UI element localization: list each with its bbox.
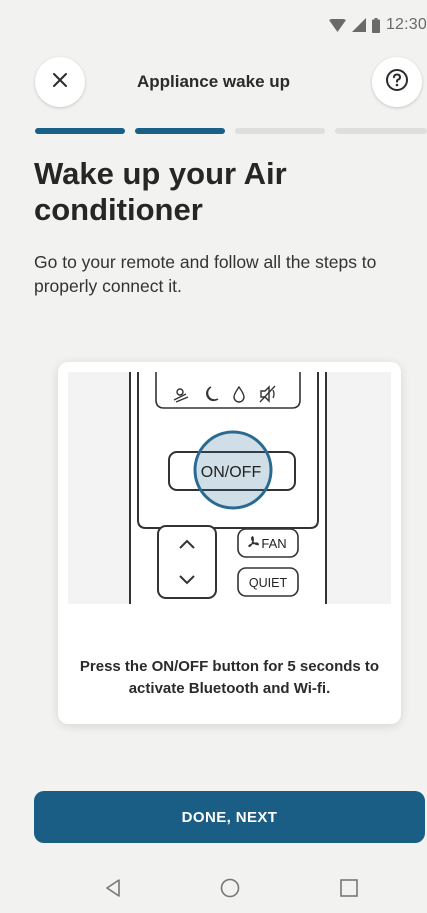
progress-step-4 xyxy=(335,128,427,134)
header: Appliance wake up xyxy=(0,57,427,107)
back-icon[interactable] xyxy=(102,877,124,899)
remote-illustration: ON/OFF FAN QUIET xyxy=(68,372,391,604)
status-time: 12:30 xyxy=(385,16,427,33)
step-description: Go to your remote and follow all the ste… xyxy=(34,252,377,296)
progress-step-2 xyxy=(135,128,225,134)
cellular-signal-icon xyxy=(351,18,366,32)
help-icon xyxy=(385,68,409,97)
home-icon[interactable] xyxy=(219,877,241,899)
progress-step-1 xyxy=(35,128,125,134)
help-button[interactable] xyxy=(372,57,422,107)
wifi-icon xyxy=(328,18,346,32)
system-navigation-bar xyxy=(0,862,427,913)
step-heading: Wake up your Air conditioner xyxy=(34,156,287,227)
done-next-button[interactable]: DONE, NEXT xyxy=(34,791,425,843)
onoff-button-label: ON/OFF xyxy=(201,464,262,481)
recents-icon[interactable] xyxy=(338,877,360,899)
status-bar: 12:30 xyxy=(0,0,427,48)
progress-step-3 xyxy=(235,128,325,134)
battery-icon xyxy=(371,17,380,33)
status-icons: 12:30 xyxy=(328,16,427,34)
step-progress xyxy=(35,128,427,134)
instruction-caption: Press the ON/OFF button for 5 seconds to… xyxy=(79,658,380,697)
instruction-card: ON/OFF FAN QUIET Press the ON/OFF button… xyxy=(58,362,401,724)
fan-button-label: FAN xyxy=(261,536,286,551)
page-title: Appliance wake up xyxy=(136,72,291,91)
quiet-button-label: QUIET xyxy=(249,576,288,590)
